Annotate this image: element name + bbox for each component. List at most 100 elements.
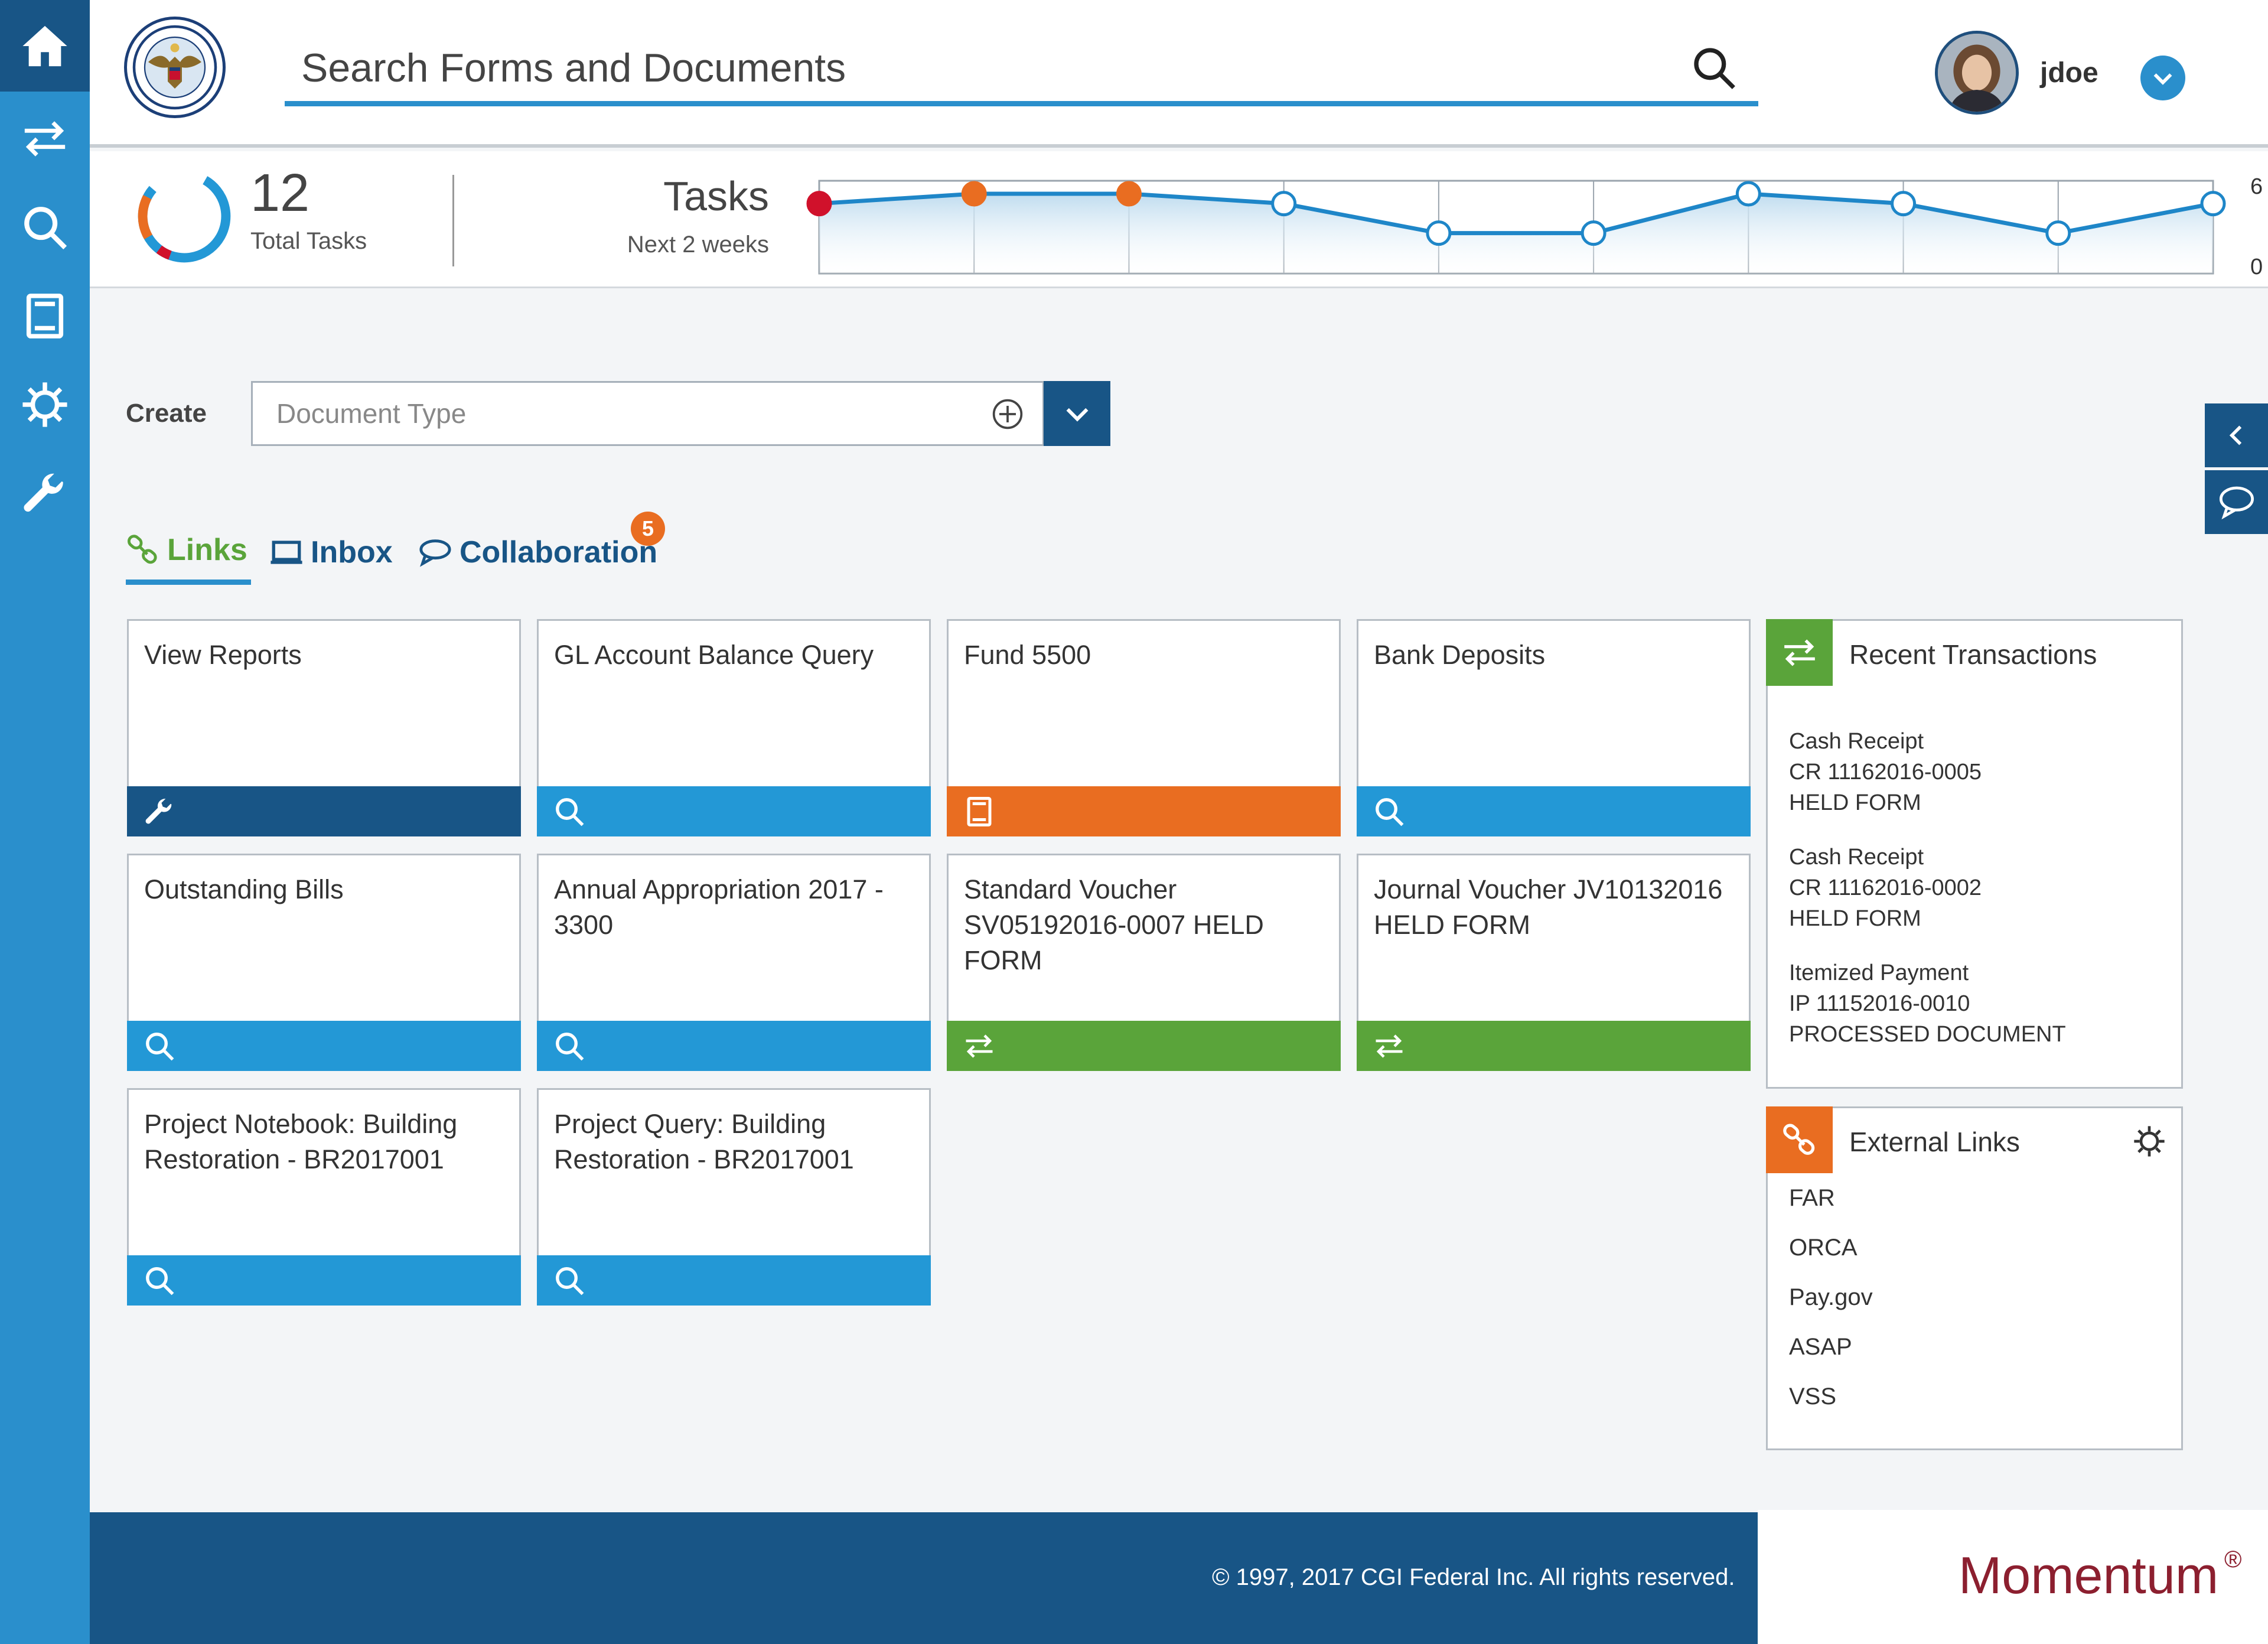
user-menu-button[interactable] xyxy=(2140,56,2185,100)
tile-action-bar[interactable] xyxy=(127,1255,521,1306)
tile-gl-account-balance-query[interactable]: GL Account Balance Query xyxy=(537,619,931,836)
sparkline-point[interactable] xyxy=(1426,220,1452,246)
collapse-panel-button[interactable] xyxy=(2205,403,2268,467)
tile-action-bar[interactable] xyxy=(537,786,931,836)
tile-outstanding-bills[interactable]: Outstanding Bills xyxy=(127,854,521,1071)
tile-fund-5500[interactable]: Fund 5500 xyxy=(947,619,1341,836)
sparkline-point[interactable] xyxy=(2045,220,2071,246)
external-link-pay-gov[interactable]: Pay.gov xyxy=(1789,1284,1873,1311)
tile-journal-voucher[interactable]: Journal Voucher JV10132016 HELD FORM xyxy=(1357,854,1751,1071)
registered-mark: ® xyxy=(2224,1547,2242,1573)
tile-action-bar[interactable] xyxy=(1357,786,1751,836)
chevron-down-icon xyxy=(2153,73,2172,85)
tile-project-query[interactable]: Project Query: Building Restoration - BR… xyxy=(537,1088,931,1306)
document-type-dropdown-button[interactable] xyxy=(1044,381,1110,446)
total-tasks-count: 12 xyxy=(250,164,310,223)
tile-standard-voucher[interactable]: Standard Voucher SV05192016-0007 HELD FO… xyxy=(947,854,1341,1071)
transaction-status: HELD FORM xyxy=(1789,790,1921,815)
chat-icon xyxy=(419,539,451,567)
sparkline-point[interactable] xyxy=(1581,220,1606,246)
tile-action-bar[interactable] xyxy=(127,786,521,836)
transaction-id: CR 11162016-0002 xyxy=(1789,875,1982,900)
chat-icon xyxy=(2219,486,2254,520)
nav-documents[interactable] xyxy=(0,272,90,360)
sparkline-point[interactable] xyxy=(806,191,832,217)
external-link-vss[interactable]: VSS xyxy=(1789,1383,1836,1410)
nav-home[interactable] xyxy=(0,0,90,92)
external-link-asap[interactable]: ASAP xyxy=(1789,1334,1852,1360)
tile-annual-appropriation[interactable]: Annual Appropriation 2017 - 3300 xyxy=(537,854,931,1071)
tile-action-bar[interactable] xyxy=(537,1021,931,1071)
tile-action-bar[interactable] xyxy=(127,1021,521,1071)
total-tasks-label: Total Tasks xyxy=(250,228,367,254)
sparkline-point[interactable] xyxy=(961,181,987,207)
tile-bank-deposits[interactable]: Bank Deposits xyxy=(1357,619,1751,836)
transactions-icon xyxy=(1376,1034,1403,1058)
transaction-id: IP 11152016-0010 xyxy=(1789,991,1970,1016)
link-icon xyxy=(127,534,157,564)
transactions-icon xyxy=(1784,639,1815,666)
brand-logo: Momentum ® xyxy=(1758,1510,2268,1644)
sparkline-max-label: 6 xyxy=(2250,174,2263,199)
nav-settings[interactable] xyxy=(0,360,90,449)
tile-action-bar[interactable] xyxy=(1357,1021,1751,1071)
external-links-panel: External Links FAR ORCA Pay.gov ASAP VSS xyxy=(1766,1106,2183,1450)
left-nav-rail xyxy=(0,0,90,1644)
tile-project-notebook[interactable]: Project Notebook: Building Restoration -… xyxy=(127,1088,521,1306)
summary-divider xyxy=(452,175,454,266)
sparkline-point[interactable] xyxy=(1891,191,1917,217)
transaction-id: CR 11162016-0005 xyxy=(1789,760,1982,784)
nav-search[interactable] xyxy=(0,183,90,272)
search-icon xyxy=(556,1032,584,1060)
tab-inbox[interactable]: Inbox xyxy=(269,520,393,585)
sparkline-point[interactable] xyxy=(1735,181,1761,207)
transaction-type: Cash Receipt xyxy=(1789,845,1924,870)
agency-seal-logo[interactable] xyxy=(124,17,226,118)
create-label: Create xyxy=(126,399,207,428)
recent-transaction-item[interactable]: Cash Receipt CR 11162016-0002 HELD FORM xyxy=(1789,842,1982,934)
tab-links[interactable]: Links xyxy=(126,520,251,585)
search-icon xyxy=(556,797,584,826)
document-type-input[interactable] xyxy=(253,383,985,444)
tile-title: Project Query: Building Restoration - BR… xyxy=(554,1109,854,1174)
wrench-icon xyxy=(145,798,172,823)
chevron-left-icon xyxy=(2229,425,2241,445)
external-link-far[interactable]: FAR xyxy=(1789,1185,1835,1212)
avatar[interactable] xyxy=(1935,31,2019,115)
tile-action-bar[interactable] xyxy=(537,1255,931,1306)
copyright-text: © 1997, 2017 CGI Federal Inc. All rights… xyxy=(1212,1564,1735,1590)
search-button[interactable] xyxy=(1682,35,1746,100)
tasks-donut[interactable] xyxy=(132,164,236,268)
add-circle-icon[interactable] xyxy=(991,398,1024,431)
chevron-down-icon xyxy=(1066,408,1088,422)
recent-transactions-panel: Recent Transactions Cash Receipt CR 1116… xyxy=(1766,619,2183,1089)
external-link-orca[interactable]: ORCA xyxy=(1789,1235,1858,1261)
settings-icon[interactable] xyxy=(2133,1125,2166,1158)
sparkline-point[interactable] xyxy=(2200,191,2226,217)
username-label: jdoe xyxy=(2040,57,2098,89)
transaction-type: Cash Receipt xyxy=(1789,729,1924,754)
tab-collaboration[interactable]: Collaboration xyxy=(418,520,657,585)
sparkline-min-label: 0 xyxy=(2250,255,2263,279)
chat-button[interactable] xyxy=(2205,470,2268,534)
tasks-sparkline[interactable]: 6 0 xyxy=(728,164,2268,282)
tile-title: View Reports xyxy=(144,640,302,670)
transaction-type: Itemized Payment xyxy=(1789,961,1969,985)
nav-tools[interactable] xyxy=(0,449,90,538)
tile-action-bar[interactable] xyxy=(947,1021,1341,1071)
search-icon xyxy=(1376,797,1404,826)
tile-action-bar[interactable] xyxy=(947,786,1341,836)
tile-title: Bank Deposits xyxy=(1374,640,1546,670)
document-icon xyxy=(26,294,64,338)
transactions-icon xyxy=(24,121,66,157)
search-input[interactable] xyxy=(285,35,1690,100)
sparkline-point[interactable] xyxy=(1271,191,1297,217)
settings-icon xyxy=(22,382,67,427)
tile-title: Journal Voucher JV10132016 HELD FORM xyxy=(1374,874,1723,940)
sparkline-point[interactable] xyxy=(1116,181,1142,207)
recent-transaction-item[interactable]: Cash Receipt CR 11162016-0005 HELD FORM xyxy=(1789,726,1982,818)
recent-transaction-item[interactable]: Itemized Payment IP 11152016-0010 PROCES… xyxy=(1789,958,2066,1050)
wrench-icon xyxy=(24,473,63,512)
nav-transactions[interactable] xyxy=(0,95,90,183)
tile-view-reports[interactable]: View Reports xyxy=(127,619,521,836)
